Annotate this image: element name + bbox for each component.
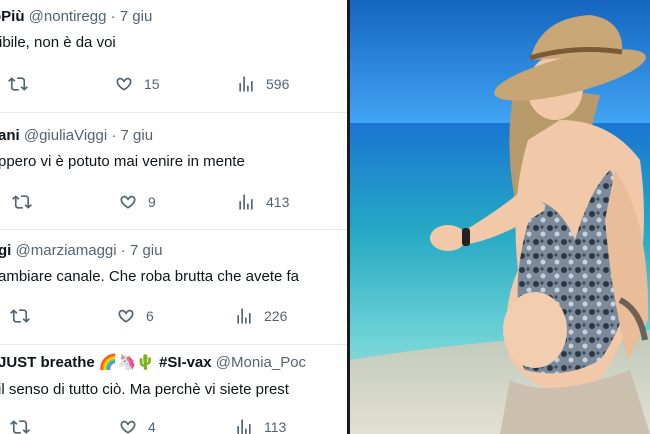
belly [503,292,567,368]
beach-photo-illustration [350,0,650,434]
tweet-text: il senso di tutto ciò. Ma perchè vi siet… [0,381,289,398]
views-chart-icon [239,76,253,92]
separator-dot: · [110,8,116,25]
tweet-date[interactable]: 7 giu [120,8,153,25]
tweet-date[interactable]: 7 giu [121,127,154,144]
views-count: 413 [266,194,290,210]
tweet-reply[interactable]: oPiù @nontiregg · 7 giu ribile, non è da… [0,0,347,113]
separator-dot: · [120,242,126,259]
views-count: 596 [266,76,290,92]
views-button[interactable]: 413 [236,190,289,214]
tweet-header: JUST breathe 🌈🦄🌵 #SI-vax @Monia_Poc [0,353,306,371]
retweet-icon [12,195,32,209]
separator-dot: · [111,127,117,144]
author-name[interactable]: JUST breathe 🌈🦄🌵 #SI-vax [0,354,212,371]
retweet-button[interactable] [8,72,28,96]
bracelet [462,228,470,246]
retweet-button[interactable] [12,190,32,214]
tweet-text: ppero vi è potuto mai venire in mente [0,153,245,170]
heart-icon [118,309,134,323]
retweet-icon [10,420,30,434]
heart-icon [120,420,136,434]
tweet-actions: 4 113 [0,415,347,434]
tweet-reply[interactable]: ani @giuliaViggi · 7 giu ppero vi è potu… [0,113,347,230]
tweet-header: ani @giuliaViggi · 7 giu [0,127,153,144]
like-count: 4 [148,419,156,434]
heart-icon [120,195,136,209]
tweet-date[interactable]: 7 giu [130,242,163,259]
author-handle[interactable]: @giuliaViggi [24,127,107,144]
views-chart-icon [237,308,251,324]
tweet-text: ambiare canale. Che roba brutta che avet… [0,268,300,285]
tweet-actions: 15 596 [0,72,347,96]
author-handle[interactable]: @marziamaggi [16,242,117,259]
tweet-text: ribile, non è da voi [0,34,116,51]
retweet-icon [10,309,30,323]
author-name[interactable]: oPiù [0,8,25,25]
author-handle[interactable]: @Monia_Poc [216,354,306,371]
like-button[interactable]: 9 [118,190,156,214]
screenshot-collage: oPiù @nontiregg · 7 giu ribile, non è da… [0,0,650,434]
tweet-actions: 9 413 [0,190,347,214]
tweet-header: oPiù @nontiregg · 7 giu [0,8,152,25]
views-button[interactable]: 596 [236,72,289,96]
retweet-button[interactable] [10,304,30,328]
retweet-button[interactable] [10,415,30,434]
author-name[interactable]: gi [0,242,11,259]
like-count: 15 [144,76,160,92]
like-button[interactable]: 4 [118,415,156,434]
like-button[interactable]: 6 [116,304,154,328]
tweet-actions: 6 226 [0,304,347,328]
retweet-icon [8,77,28,91]
views-button[interactable]: 113 [234,415,286,434]
author-name[interactable]: ani [0,127,20,144]
beach-photo [350,0,650,434]
like-count: 6 [146,308,154,324]
like-count: 9 [148,194,156,210]
like-button[interactable]: 15 [114,72,160,96]
heart-icon [116,77,132,91]
views-chart-icon [239,194,253,210]
tweet-reply[interactable]: gi @marziamaggi · 7 giu ambiare canale. … [0,230,347,345]
hand-left [430,225,466,251]
tweet-reply[interactable]: JUST breathe 🌈🦄🌵 #SI-vax @Monia_Poc il s… [0,345,347,434]
tweet-header: gi @marziamaggi · 7 giu [0,242,162,259]
views-count: 113 [264,419,287,434]
author-handle[interactable]: @nontiregg [29,8,107,25]
views-count: 226 [264,308,288,324]
tweet-replies-panel: oPiù @nontiregg · 7 giu ribile, non è da… [0,0,347,434]
views-chart-icon [237,419,251,434]
views-button[interactable]: 226 [234,304,287,328]
